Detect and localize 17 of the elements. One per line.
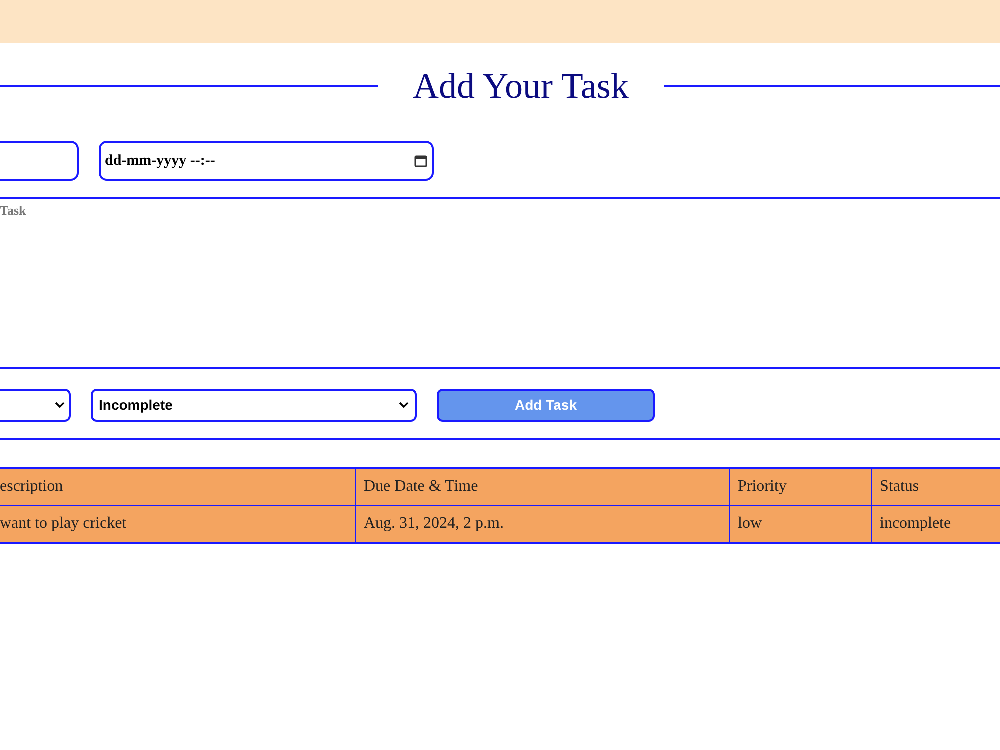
chevron-down-icon (55, 402, 65, 409)
table-cell: Aug. 31, 2024, 2 p.m. (355, 506, 729, 542)
table-cell-text: want to play cricket (0, 514, 128, 534)
description-field[interactable]: Task (0, 197, 1000, 369)
table-cell: low (729, 506, 871, 542)
due-date-field[interactable]: dd-mm-yyyy --:-- (99, 141, 434, 181)
calendar-icon[interactable] (414, 154, 428, 168)
page-title: Add Your Task (413, 68, 629, 104)
column-header: escription (0, 477, 64, 497)
table-cell: incomplete (871, 506, 1000, 542)
text-field[interactable] (0, 141, 79, 181)
chevron-down-icon (399, 402, 409, 409)
status-select[interactable]: Incomplete (91, 389, 417, 422)
column-header: Priority (729, 469, 871, 505)
priority-select[interactable] (0, 389, 71, 422)
column-header: Status (871, 469, 1000, 505)
column-header: Due Date & Time (355, 469, 729, 505)
